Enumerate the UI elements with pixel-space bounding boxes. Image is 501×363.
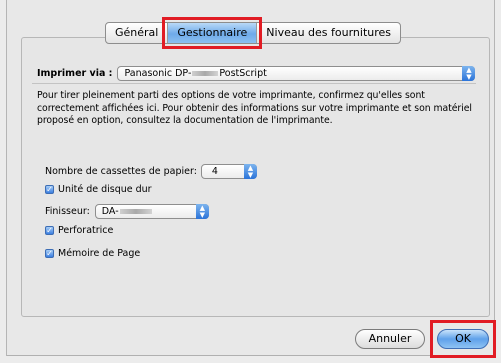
hard-disk-label: Unité de disque dur	[58, 184, 152, 195]
tab-bar: Général Gestionnaire Niveau des fournitu…	[105, 17, 402, 49]
cassettes-value: 4	[211, 166, 218, 177]
popup-arrows-icon: ▲ ▼	[462, 66, 476, 81]
finisher-row: Finisseur: DA- ▲ ▼	[45, 204, 209, 219]
finisher-value-prefix: DA-	[101, 206, 119, 217]
popup-arrows-icon: ▲ ▼	[243, 164, 257, 179]
cassettes-label: Nombre de cassettes de papier:	[45, 166, 197, 177]
cassettes-row: Nombre de cassettes de papier: 4 ▲ ▼	[45, 164, 257, 179]
print-via-select[interactable]: Panasonic DP- PostScript ▲ ▼	[117, 66, 476, 81]
page-memory-checkbox[interactable]: ✓	[45, 249, 54, 258]
description-text: Pour tirer pleinement parti des options …	[37, 90, 472, 126]
page-memory-row[interactable]: ✓ Mémoire de Page	[45, 248, 140, 259]
hard-disk-checkbox[interactable]: ✓	[45, 185, 54, 194]
perforator-row[interactable]: ✓ Perforatrice	[45, 225, 113, 236]
print-via-row: Imprimer via : Panasonic DP- PostScript ▲…	[37, 66, 476, 81]
popup-arrows-icon: ▲ ▼	[195, 204, 209, 219]
cassettes-select[interactable]: 4 ▲ ▼	[200, 164, 257, 179]
separator	[32, 83, 476, 84]
tab-gestionnaire[interactable]: Gestionnaire	[162, 17, 263, 49]
tab-general[interactable]: Général	[106, 23, 169, 43]
tab-niveau-fournitures[interactable]: Niveau des fournitures	[257, 23, 400, 43]
page-memory-label: Mémoire de Page	[58, 248, 141, 259]
print-via-value-prefix: Panasonic DP-	[124, 68, 192, 79]
hard-disk-row[interactable]: ✓ Unité de disque dur	[45, 184, 152, 195]
finisher-select[interactable]: DA- ▲ ▼	[94, 204, 209, 219]
ok-button[interactable]: OK	[437, 329, 489, 349]
finisher-label: Finisseur:	[45, 206, 90, 217]
print-via-value-suffix: PostScript	[219, 68, 267, 79]
redacted-model	[192, 71, 219, 76]
print-via-label: Imprimer via :	[37, 68, 113, 79]
redacted-finisher-model	[119, 209, 152, 214]
cancel-button[interactable]: Annuler	[355, 329, 425, 349]
perforator-checkbox[interactable]: ✓	[45, 226, 54, 235]
perforator-label: Perforatrice	[58, 225, 114, 236]
